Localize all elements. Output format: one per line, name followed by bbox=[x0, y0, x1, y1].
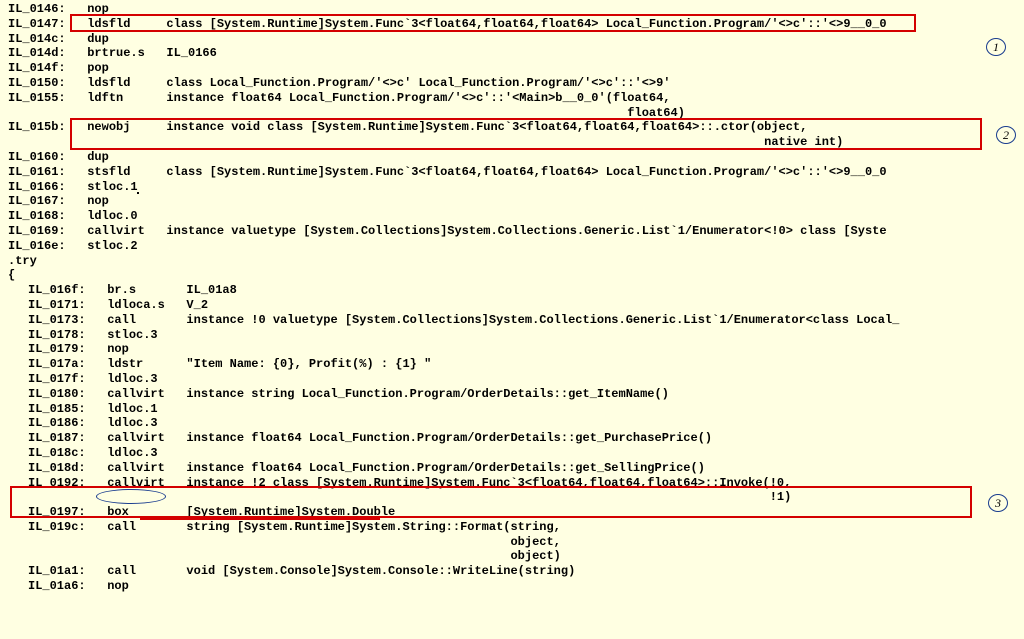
code-line: IL_017a: ldstr "Item Name: {0}, Profit(%… bbox=[8, 357, 1024, 372]
code-line: IL_014c: dup bbox=[8, 32, 1024, 47]
code-line: IL_019c: call string [System.Runtime]Sys… bbox=[8, 520, 1024, 535]
code-line: IL_015b: newobj instance void class [Sys… bbox=[8, 120, 1024, 135]
code-line: .try bbox=[8, 254, 1024, 269]
code-line: IL_0192: callvirt instance !2 class [Sys… bbox=[8, 476, 1024, 491]
code-line: IL_0185: ldloc.1 bbox=[8, 402, 1024, 417]
code-line: { bbox=[8, 268, 1024, 283]
code-line: IL_0179: nop bbox=[8, 342, 1024, 357]
code-line: IL_018c: ldloc.3 bbox=[8, 446, 1024, 461]
code-line: IL_014f: pop bbox=[8, 61, 1024, 76]
code-line: IL_0173: call instance !0 valuetype [Sys… bbox=[8, 313, 1024, 328]
code-line: IL_0187: callvirt instance float64 Local… bbox=[8, 431, 1024, 446]
code-line: IL_0169: callvirt instance valuetype [Sy… bbox=[8, 224, 1024, 239]
code-line: IL_017f: ldloc.3 bbox=[8, 372, 1024, 387]
code-line: IL_0167: nop bbox=[8, 194, 1024, 209]
code-line: IL_0186: ldloc.3 bbox=[8, 416, 1024, 431]
code-line: IL_016e: stloc.2 bbox=[8, 239, 1024, 254]
code-line: native int) bbox=[8, 135, 1024, 150]
code-line: IL_0171: ldloca.s V_2 bbox=[8, 298, 1024, 313]
code-line: IL_0146: nop bbox=[8, 2, 1024, 17]
code-line: IL_014d: brtrue.s IL_0166 bbox=[8, 46, 1024, 61]
code-line: IL_0147: ldsfld class [System.Runtime]Sy… bbox=[8, 17, 1024, 32]
il-code-listing: IL_0146: nop IL_0147: ldsfld class [Syst… bbox=[8, 2, 1024, 594]
code-line: IL_0161: stsfld class [System.Runtime]Sy… bbox=[8, 165, 1024, 180]
code-line: IL_0160: dup bbox=[8, 150, 1024, 165]
code-line: IL_0168: ldloc.0 bbox=[8, 209, 1024, 224]
code-line: IL_0178: stloc.3 bbox=[8, 328, 1024, 343]
code-line: IL_0166: stloc.1 bbox=[8, 180, 1024, 195]
code-line: IL_018d: callvirt instance float64 Local… bbox=[8, 461, 1024, 476]
code-line: IL_0180: callvirt instance string Local_… bbox=[8, 387, 1024, 402]
code-line: IL_01a6: nop bbox=[8, 579, 1024, 594]
code-line: !1) bbox=[8, 490, 1024, 505]
code-line: IL_016f: br.s IL_01a8 bbox=[8, 283, 1024, 298]
code-line: IL_0155: ldftn instance float64 Local_Fu… bbox=[8, 91, 1024, 106]
code-line: IL_01a1: call void [System.Console]Syste… bbox=[8, 564, 1024, 579]
code-line: object, bbox=[8, 535, 1024, 550]
code-line: IL_0150: ldsfld class Local_Function.Pro… bbox=[8, 76, 1024, 91]
code-line: float64) bbox=[8, 106, 1024, 121]
code-line: object) bbox=[8, 549, 1024, 564]
code-line: IL_0197: box [System.Runtime]System.Doub… bbox=[8, 505, 1024, 520]
